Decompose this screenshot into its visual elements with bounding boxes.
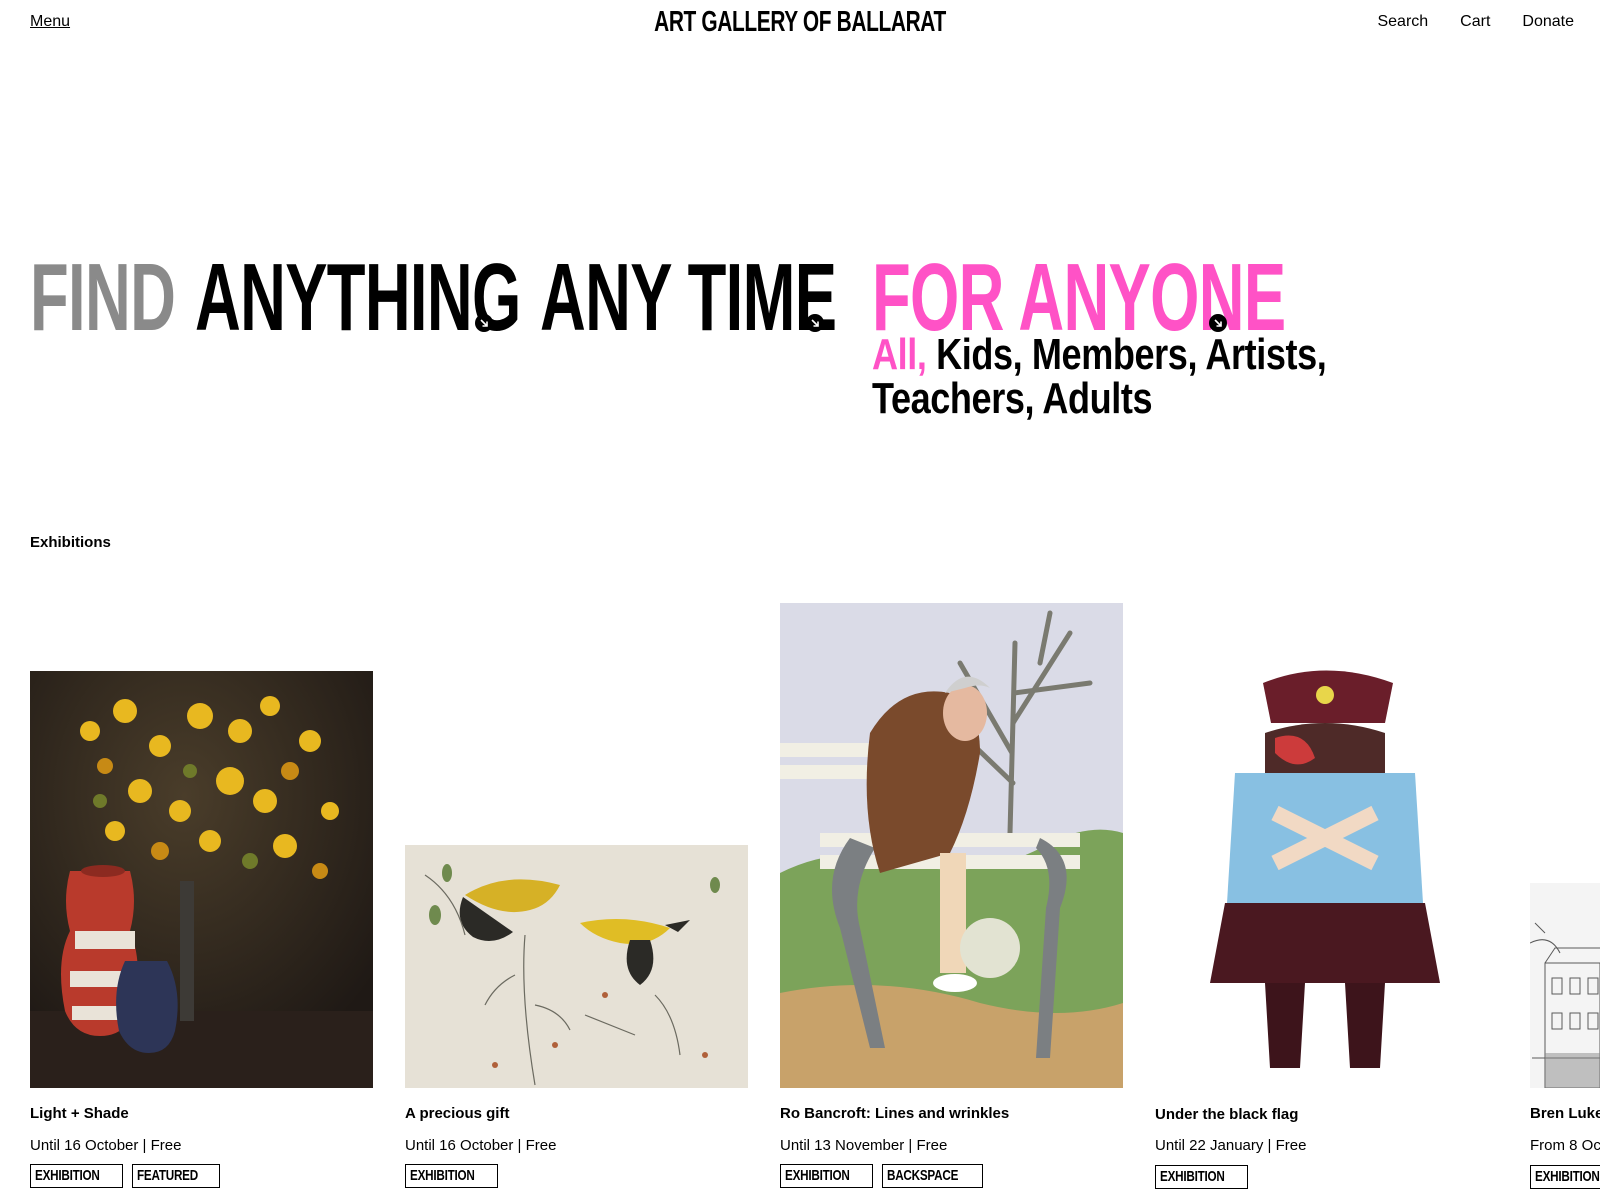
- header-nav: Search Cart Donate: [1377, 13, 1574, 31]
- tag-badge[interactable]: BACKSPACE: [881, 1164, 984, 1188]
- exhibition-tags: EXHIBITION: [1155, 1165, 1248, 1189]
- artwork-image-still-life-flowers[interactable]: [30, 671, 373, 1088]
- audience-members[interactable]: Members,: [1032, 330, 1198, 379]
- exhibition-meta: Until 16 October | Free: [405, 1137, 557, 1154]
- tag-badge[interactable]: EXHIBITION: [405, 1164, 498, 1188]
- tag-badge[interactable]: EXHIBITION: [780, 1164, 873, 1188]
- hero-anything-link[interactable]: ANYTHING: [195, 250, 521, 346]
- exhibition-title[interactable]: A precious gift: [405, 1105, 509, 1122]
- audience-all[interactable]: All,: [872, 330, 927, 379]
- exhibition-title[interactable]: Bren Luke: [1530, 1105, 1600, 1122]
- audience-adults[interactable]: Adults: [1042, 374, 1152, 423]
- hero-any-time-link[interactable]: ANY TIME: [540, 250, 837, 346]
- tag-badge[interactable]: FEATURED: [131, 1164, 220, 1188]
- exhibition-tags: EXHIBITION: [405, 1164, 498, 1188]
- tag-badge[interactable]: EXHIBITION: [30, 1164, 123, 1188]
- exhibitions-section-label: Exhibitions: [30, 534, 111, 551]
- audience-artists[interactable]: Artists,: [1205, 330, 1326, 379]
- artwork-image-pirate-figure[interactable]: [1155, 663, 1498, 1088]
- hero-find-word: FIND: [30, 244, 176, 351]
- nav-cart-link[interactable]: Cart: [1460, 13, 1490, 31]
- exhibition-tags: EXHIBITION: [1530, 1165, 1600, 1189]
- audience-filter-list: All, Kids, Members, Artists, Teachers, A…: [872, 333, 1446, 421]
- exhibition-meta: Until 22 January | Free: [1155, 1137, 1307, 1154]
- exhibition-meta: From 8 Oc: [1530, 1137, 1600, 1154]
- tag-badge[interactable]: EXHIBITION: [1155, 1165, 1248, 1189]
- exhibition-title[interactable]: Ro Bancroft: Lines and wrinkles: [780, 1105, 1009, 1122]
- tag-badge[interactable]: EXHIBITION: [1530, 1165, 1600, 1189]
- site-logo-title[interactable]: ART GALLERY OF BALLARAT: [224, 6, 1376, 39]
- arrow-down-right-icon[interactable]: [475, 314, 493, 332]
- nav-search-link[interactable]: Search: [1377, 13, 1428, 31]
- audience-teachers[interactable]: Teachers,: [872, 374, 1035, 423]
- nav-donate-link[interactable]: Donate: [1522, 13, 1574, 31]
- exhibition-title[interactable]: Light + Shade: [30, 1105, 129, 1122]
- exhibition-tags: EXHIBITION BACKSPACE: [780, 1164, 984, 1188]
- menu-link[interactable]: Menu: [30, 13, 70, 31]
- exhibition-meta: Until 16 October | Free: [30, 1137, 182, 1154]
- audience-kids[interactable]: Kids,: [936, 330, 1023, 379]
- artwork-image-bird-drawing[interactable]: [405, 845, 748, 1088]
- exhibition-meta: Until 13 November | Free: [780, 1137, 948, 1154]
- exhibition-title[interactable]: Under the black flag: [1155, 1106, 1298, 1123]
- exhibition-tags: EXHIBITION FEATURED: [30, 1164, 220, 1188]
- arrow-down-right-icon[interactable]: [806, 314, 824, 332]
- artwork-image-building-drawing[interactable]: [1530, 883, 1600, 1088]
- artwork-image-woman-on-bench[interactable]: [780, 603, 1123, 1088]
